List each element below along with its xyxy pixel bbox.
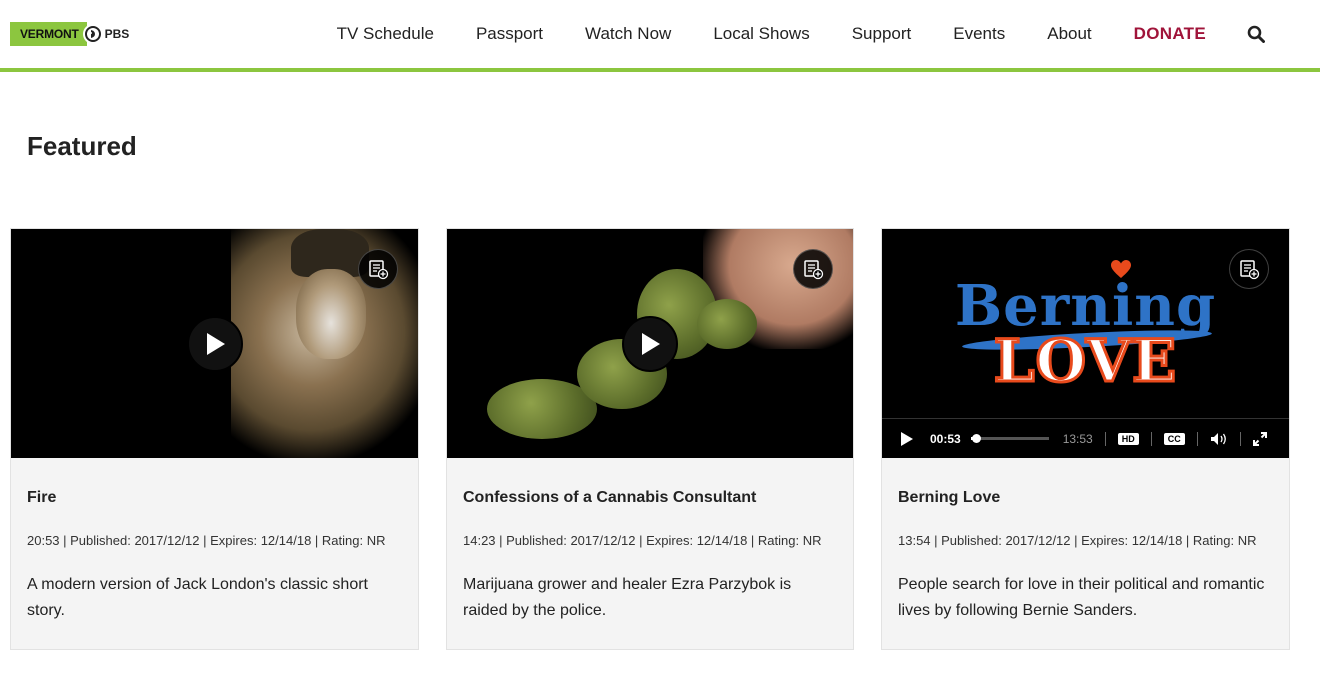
search-icon[interactable] [1246, 24, 1266, 44]
video-player[interactable]: Berning LOVE 00:53 13:53 HD CC [882, 229, 1289, 458]
card-title[interactable]: Fire [27, 489, 402, 507]
progress-slider[interactable] [970, 434, 1049, 443]
card-title[interactable]: Berning Love [898, 489, 1273, 507]
divider [1196, 431, 1198, 446]
card-meta: 13:54 | Published: 2017/12/12 | Expires:… [898, 533, 1257, 548]
current-time: 00:53 [930, 431, 961, 446]
nav-local-shows[interactable]: Local Shows [713, 24, 809, 44]
progress-handle[interactable] [971, 434, 981, 443]
divider [1150, 431, 1152, 446]
thumbnail-face [296, 269, 366, 359]
divider [1104, 431, 1106, 446]
main-nav: TV Schedule Passport Watch Now Local Sho… [337, 22, 1320, 46]
pbs-head-icon [82, 24, 103, 44]
video-card-fire: Fire 20:53 | Published: 2017/12/12 | Exp… [10, 228, 419, 650]
featured-heading: Featured [27, 131, 137, 161]
volume-icon[interactable] [1210, 432, 1228, 446]
card-description: Marijuana grower and healer Ezra Parzybo… [463, 576, 792, 619]
vermont-pbs-logo[interactable]: VERMONT PBS [10, 22, 129, 46]
duration: 13:53 [1062, 431, 1093, 446]
add-to-watchlist-icon[interactable] [793, 249, 833, 289]
nav-support[interactable]: Support [852, 24, 912, 44]
logo-vermont-text: VERMONT [10, 22, 87, 46]
video-frame: Berning LOVE [882, 229, 1289, 418]
play-icon [642, 332, 660, 355]
video-controls: 00:53 13:53 HD CC [882, 418, 1289, 458]
site-header: VERMONT PBS TV Schedule Passport Watch N… [0, 0, 1320, 72]
video-thumbnail[interactable] [447, 229, 853, 458]
card-body: Berning Love 13:54 | Published: 2017/12/… [882, 458, 1289, 624]
thumbnail-bud [697, 299, 757, 349]
card-title[interactable]: Confessions of a Cannabis Consultant [463, 489, 837, 507]
card-body: Fire 20:53 | Published: 2017/12/12 | Exp… [11, 458, 418, 624]
fullscreen-icon[interactable] [1252, 431, 1267, 446]
nav-events[interactable]: Events [953, 24, 1005, 44]
play-button[interactable] [622, 315, 678, 372]
nav-passport[interactable]: Passport [476, 24, 543, 44]
logo-pbs-text: PBS [104, 27, 130, 41]
card-meta: 20:53 | Published: 2017/12/12 | Expires:… [27, 533, 386, 548]
closed-captions-toggle[interactable]: CC [1163, 432, 1185, 445]
video-thumbnail[interactable] [11, 229, 418, 458]
art-title-bottom: LOVE [992, 326, 1178, 397]
card-meta: 14:23 | Published: 2017/12/12 | Expires:… [463, 533, 822, 548]
divider [1239, 431, 1241, 446]
nav-tv-schedule[interactable]: TV Schedule [337, 24, 434, 44]
nav-watch-now[interactable]: Watch Now [585, 24, 671, 44]
card-description: People search for love in their politica… [898, 576, 1265, 619]
nav-about[interactable]: About [1047, 24, 1091, 44]
video-card-cannabis: Confessions of a Cannabis Consultant 14:… [446, 228, 854, 650]
video-card-berning-love: Berning LOVE 00:53 13:53 HD CC Berning L… [881, 228, 1290, 650]
play-icon [206, 332, 225, 355]
play-button[interactable] [186, 315, 243, 372]
add-to-watchlist-icon[interactable] [358, 249, 398, 289]
card-body: Confessions of a Cannabis Consultant 14:… [447, 458, 853, 624]
play-icon[interactable] [900, 431, 914, 447]
add-to-watchlist-icon[interactable] [1229, 249, 1269, 289]
card-description: A modern version of Jack London's classi… [27, 576, 368, 619]
donate-link[interactable]: DONATE [1134, 24, 1206, 44]
hd-toggle[interactable]: HD [1117, 432, 1139, 445]
